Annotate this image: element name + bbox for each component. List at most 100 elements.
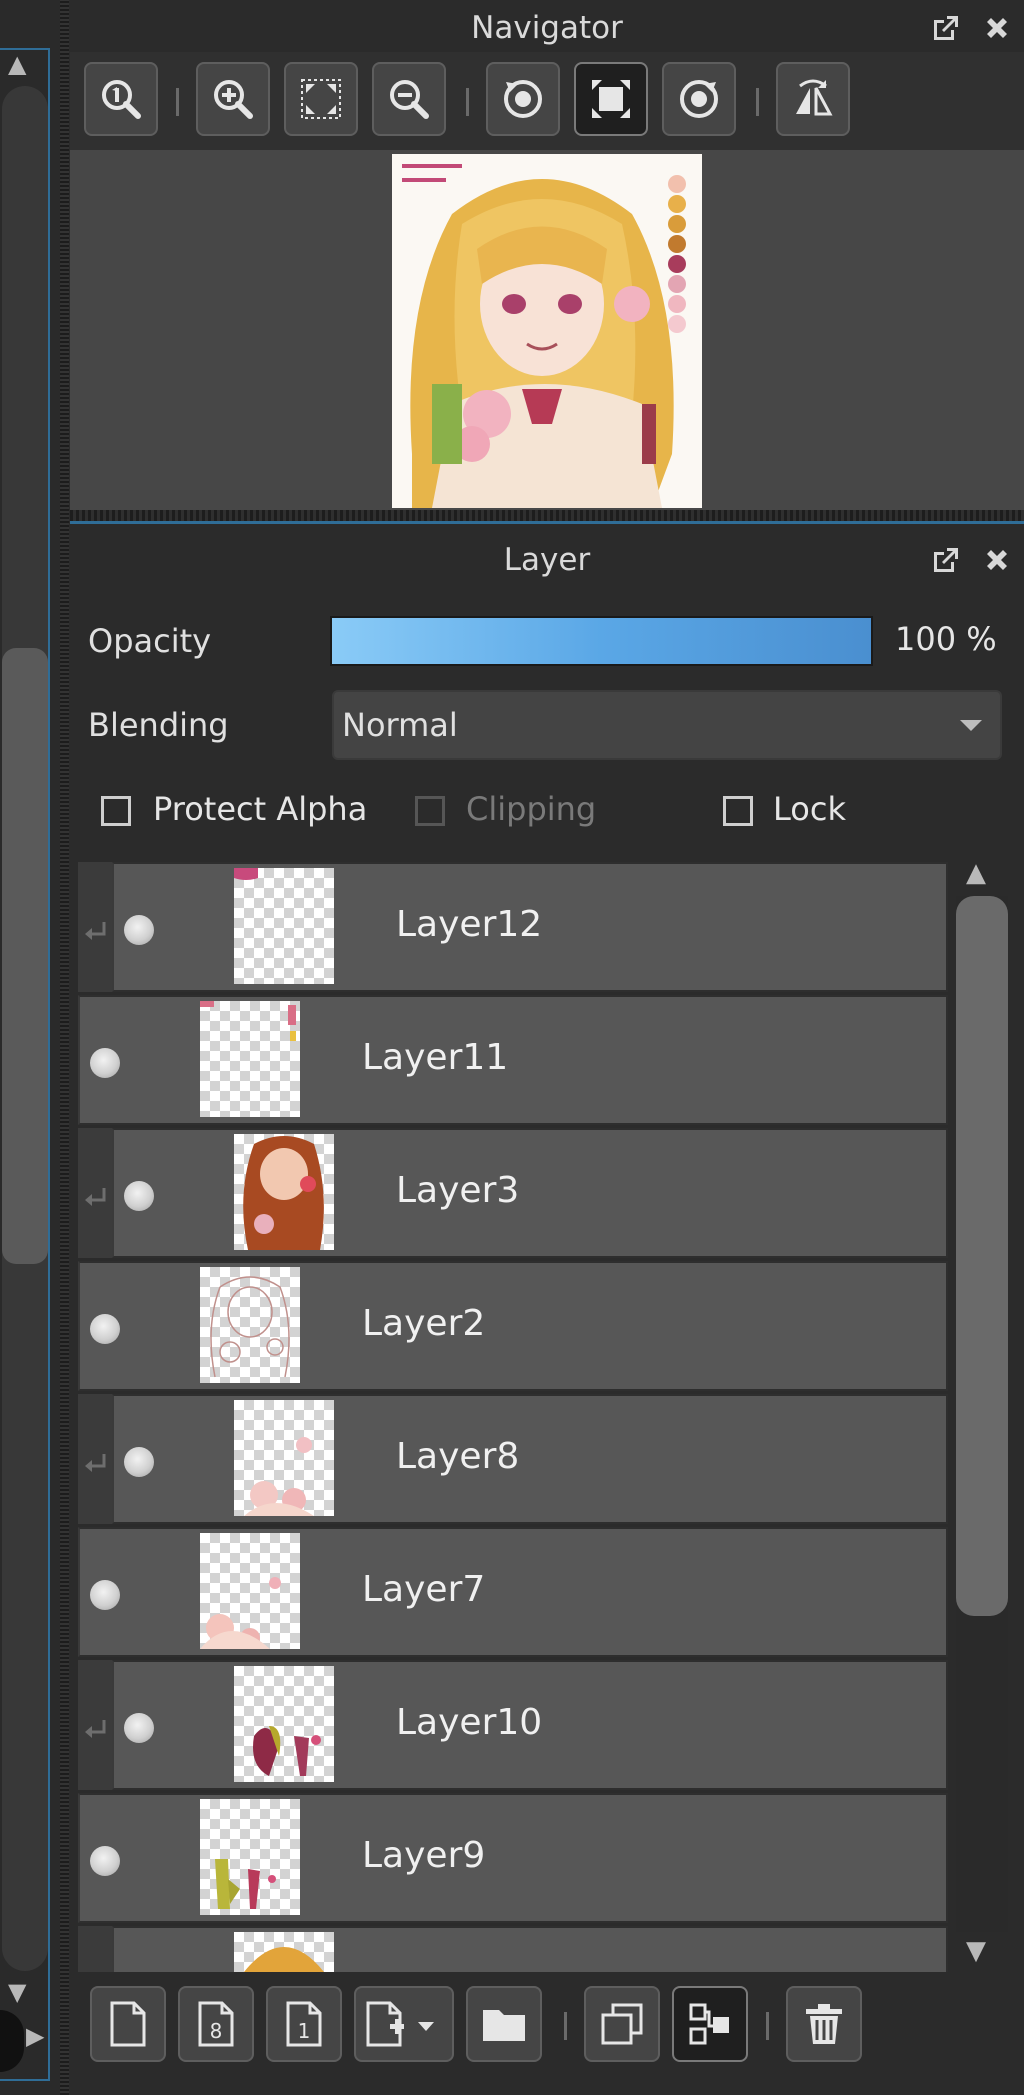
layer-row-partial[interactable] — [78, 1926, 948, 1972]
svg-text:8: 8 — [210, 2019, 223, 2043]
scroll-down-arrow-icon[interactable]: ▼ — [8, 1978, 26, 2006]
scroll-up-arrow-icon[interactable]: ▲ — [8, 50, 26, 78]
zoom-in-button[interactable] — [196, 62, 270, 136]
layer-row[interactable]: Layer9 — [78, 1793, 948, 1923]
duplicate-layer-button[interactable] — [584, 1986, 660, 2062]
zoom-actual-icon — [102, 80, 141, 119]
clipping-label: Clipping — [466, 790, 597, 828]
artwork-thumbnail-image — [392, 154, 702, 508]
layer-row[interactable]: Layer11 — [78, 995, 948, 1125]
new-1bit-layer-icon: 1 — [286, 2001, 322, 2047]
layer-thumbnail — [234, 1932, 334, 1972]
clipping-indicator — [78, 1394, 115, 1524]
close-icon[interactable] — [982, 545, 1012, 575]
visibility-toggle-icon[interactable] — [124, 915, 154, 945]
layer-name: Layer9 — [362, 1835, 486, 1876]
fit-window-icon — [301, 79, 341, 119]
canvas-scrollbar-area: ▲ ▼ ▶ — [0, 0, 63, 2095]
scroll-up-arrow-icon[interactable]: ▲ — [966, 858, 986, 888]
visibility-toggle-icon[interactable] — [90, 1314, 120, 1344]
fit-window-button[interactable] — [284, 62, 358, 136]
opacity-value: 100 % — [895, 620, 997, 658]
clipping-indicator — [78, 1128, 115, 1258]
layer-name: Layer10 — [396, 1702, 543, 1743]
layer-row[interactable]: Layer3 — [78, 1128, 948, 1258]
svg-text:1: 1 — [298, 2019, 311, 2043]
visibility-toggle-icon[interactable] — [90, 1846, 120, 1876]
navigator-header: Navigator — [70, 0, 1024, 56]
layer-list-scrollbar[interactable]: ▲ ▼ — [950, 858, 1014, 1974]
new-folder-button[interactable] — [466, 1986, 542, 2062]
merge-down-button[interactable] — [672, 1986, 748, 2062]
chevron-down-icon — [960, 720, 982, 731]
delete-layer-icon — [806, 2004, 842, 2044]
visibility-toggle-icon[interactable] — [90, 1048, 120, 1078]
clip-arrow-icon — [85, 922, 106, 940]
rotate-right-button[interactable] — [662, 62, 736, 136]
rotate-left-button[interactable] — [486, 62, 560, 136]
layer-name: Layer2 — [362, 1303, 486, 1344]
scroll-down-arrow-icon[interactable]: ▼ — [966, 1936, 986, 1966]
layer-thumbnail — [200, 1799, 300, 1915]
layer-bottom-toolbar: 8 1 — [78, 1974, 1024, 2074]
layer-name: Layer7 — [362, 1569, 486, 1610]
clip-arrow-icon — [85, 1454, 106, 1472]
layer-row[interactable]: Layer7 — [78, 1527, 948, 1657]
flip-horizontal-button[interactable] — [776, 62, 850, 136]
layer-name: Layer12 — [396, 904, 543, 945]
popout-icon[interactable] — [930, 544, 962, 576]
layer-name: Layer8 — [396, 1436, 520, 1477]
layer-thumbnail — [200, 1001, 300, 1117]
opacity-slider[interactable] — [330, 616, 873, 666]
popout-icon[interactable] — [930, 12, 962, 44]
panel-dock-splitter[interactable] — [60, 0, 69, 2095]
layer-list[interactable]: Layer12 Layer11 Layer3 Layer2 Layer8 Layer7 La… — [78, 862, 948, 1972]
clipping-indicator — [78, 1660, 115, 1790]
rotate-right-icon — [680, 80, 718, 118]
add-layer-menu-button[interactable] — [354, 1986, 454, 2062]
layer-row[interactable]: Layer8 — [78, 1394, 948, 1524]
duplicate-layer-icon — [601, 2003, 643, 2045]
zoom-actual-button[interactable] — [84, 62, 158, 136]
new-layer-button[interactable] — [90, 1986, 166, 2062]
canvas-vertical-scroll-thumb[interactable] — [2, 648, 48, 1264]
layer-thumbnail — [200, 1533, 300, 1649]
visibility-toggle-icon[interactable] — [124, 1713, 154, 1743]
layer-thumbnail — [234, 1400, 334, 1516]
flip-horizontal-icon — [796, 79, 833, 116]
layer-name: Layer11 — [362, 1037, 509, 1078]
lock-checkbox[interactable] — [723, 796, 753, 826]
protect-alpha-checkbox[interactable] — [101, 796, 131, 826]
close-icon[interactable] — [982, 13, 1012, 43]
visibility-toggle-icon[interactable] — [124, 1447, 154, 1477]
clipping-checkbox[interactable] — [415, 796, 445, 826]
lock-label: Lock — [773, 790, 846, 828]
new-8bit-layer-icon: 8 — [198, 2001, 234, 2047]
fit-canvas-icon — [592, 80, 630, 118]
layer-scroll-thumb[interactable] — [956, 896, 1008, 1616]
toolbar-separator — [466, 88, 469, 116]
opacity-label: Opacity — [88, 622, 212, 660]
layer-panel-header: Layer — [70, 532, 1024, 588]
navigator-title: Navigator — [471, 10, 623, 46]
panel-splitter[interactable] — [70, 510, 1024, 524]
new-1bit-layer-button[interactable]: 1 — [266, 1986, 342, 2062]
layer-row[interactable]: Layer12 — [78, 862, 948, 992]
fit-canvas-button[interactable] — [574, 62, 648, 136]
layer-name: Layer3 — [396, 1170, 520, 1211]
delete-layer-button[interactable] — [786, 1986, 862, 2062]
visibility-toggle-icon[interactable] — [90, 1580, 120, 1610]
zoom-in-icon — [214, 80, 253, 119]
zoom-out-button[interactable] — [372, 62, 446, 136]
new-8bit-layer-button[interactable]: 8 — [178, 1986, 254, 2062]
navigator-preview[interactable] — [70, 150, 1024, 510]
canvas-thumbnail[interactable] — [392, 154, 702, 508]
blending-mode-select[interactable]: Normal — [332, 690, 1002, 760]
add-layer-menu-icon — [366, 2001, 434, 2047]
visibility-toggle-icon[interactable] — [124, 1181, 154, 1211]
layer-row[interactable]: Layer2 — [78, 1261, 948, 1391]
layer-thumbnail — [234, 868, 334, 984]
scroll-right-arrow-icon[interactable]: ▶ — [26, 2022, 44, 2050]
layer-thumbnail — [234, 1666, 334, 1782]
layer-row[interactable]: Layer10 — [78, 1660, 948, 1790]
